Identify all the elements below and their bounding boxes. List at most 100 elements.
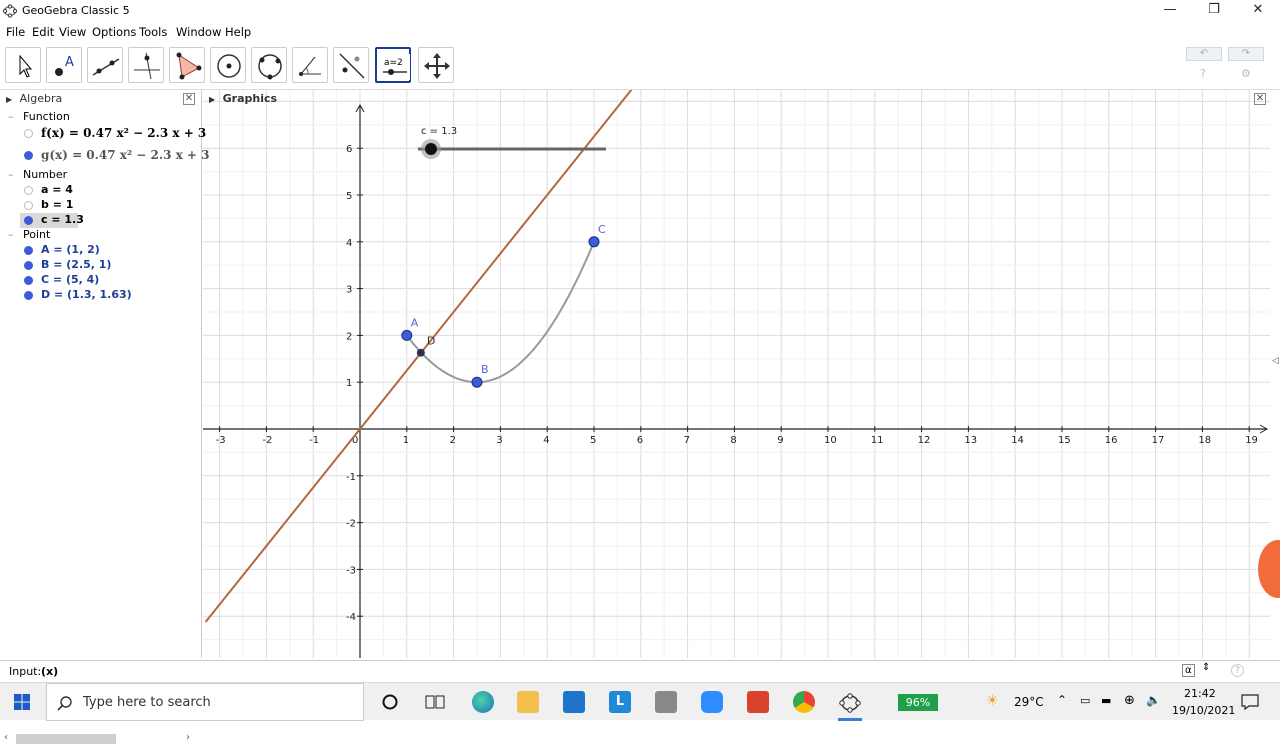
scroll-right-icon[interactable]: › [186, 732, 190, 743]
move-graphics-tool-button[interactable] [418, 47, 454, 83]
graphics-canvas[interactable]: -3 -2 -1 0 1 2 3 4 5 6 7 8 9 10 11 12 13 14 15 16 17 18 19-4-3… [203, 90, 1270, 658]
point-c: C = (5, 4) [41, 273, 100, 286]
circle-tool-button[interactable] [210, 47, 246, 83]
menu-edit[interactable]: Edit [32, 25, 54, 39]
point-a-row[interactable]: A = (1, 2) [24, 243, 100, 258]
y-tick-label: -2 [346, 519, 356, 530]
point-d: D = (1.3, 1.63) [41, 288, 132, 301]
edge-icon[interactable] [472, 691, 494, 713]
menu-tools[interactable]: Tools [139, 25, 167, 39]
visibility-toggle[interactable] [24, 216, 33, 225]
graphics-view[interactable]: ▶ Graphics ✕ -3 -2 -1 0 1 2 3 4 5 6 7 8 9 10 11 12 13 14 1… [203, 90, 1270, 658]
point-d [416, 348, 425, 357]
input-dropdown-icon[interactable]: ⇕ [1202, 662, 1210, 673]
point-c-row[interactable]: C = (5, 4) [24, 273, 99, 288]
algebra-view: ▶ Algebra ✕ – Function f(x) = 0.47 x² − … [0, 90, 210, 744]
algebra-close-icon[interactable]: ✕ [183, 93, 195, 105]
menu-window[interactable]: Window [176, 25, 221, 39]
close-button[interactable]: ✕ [1236, 0, 1280, 22]
visibility-toggle[interactable] [24, 129, 33, 138]
point-tool-button[interactable]: A [46, 47, 82, 83]
reflect-tool-button[interactable] [333, 47, 369, 83]
window-title: GeoGebra Classic 5 [22, 4, 130, 17]
move-tool-button[interactable] [5, 47, 41, 83]
zoom-icon[interactable] [701, 691, 723, 713]
visibility-toggle[interactable] [24, 246, 33, 255]
function-f-row[interactable]: f(x) = 0.47 x² − 2.3 x + 3 [24, 126, 206, 141]
expand-panel-icon[interactable]: ◁ [1272, 356, 1279, 366]
category-point[interactable]: – Point [8, 228, 50, 243]
graphics-close-icon[interactable]: ✕ [1254, 93, 1266, 105]
menu-help[interactable]: Help [225, 25, 251, 39]
angle-tool-button[interactable] [292, 47, 328, 83]
temperature[interactable]: 29°C [1014, 695, 1044, 709]
app-l-icon[interactable]: L [609, 691, 631, 713]
help-icon[interactable]: ? [1200, 67, 1206, 80]
alpha-keyboard-button[interactable]: α [1182, 664, 1195, 677]
visibility-toggle[interactable] [24, 291, 33, 300]
collapse-triangle-icon[interactable]: ▶ [209, 95, 215, 104]
cortana-icon[interactable] [381, 693, 399, 711]
algebra-header: ▶ Algebra [6, 92, 62, 108]
input-help-icon[interactable]: ? [1231, 664, 1244, 677]
clock-date[interactable]: 19/10/2021 [1172, 704, 1235, 717]
input-label: Input: [9, 665, 42, 678]
battery-widget[interactable]: 96% [898, 694, 938, 711]
chrome-icon[interactable] [793, 691, 815, 713]
function-g-row[interactable]: g(x) = 0.47 x² − 2.3 x + 3 [24, 148, 210, 163]
battery-icon[interactable]: ▬ [1101, 694, 1111, 707]
visibility-toggle[interactable] [24, 151, 33, 160]
circle-three-points-tool-button[interactable] [251, 47, 287, 83]
windows-start-icon[interactable] [14, 694, 30, 710]
x-tick-label: 5 [590, 435, 596, 446]
task-view-icon[interactable] [425, 693, 445, 711]
point-b-row[interactable]: B = (2.5, 1) [24, 258, 111, 273]
weather-icon: ☀ [986, 693, 999, 709]
menu-options[interactable]: Options [92, 25, 136, 39]
redo-button[interactable]: ↷ [1228, 47, 1264, 61]
line-tool-button[interactable] [87, 47, 123, 83]
category-function[interactable]: – Function [8, 110, 70, 125]
category-number[interactable]: – Number [8, 168, 67, 183]
algebra-horizontal-scrollbar[interactable]: ‹ › [0, 731, 202, 747]
tick-labels: -3 -2 -1 0 1 2 3 4 5 6 7 8 9 10 11 12 13 14 15 16 17 18 19-4-3… [216, 144, 1258, 623]
collapse-triangle-icon[interactable]: ▶ [6, 95, 12, 104]
powerpoint-icon[interactable] [747, 691, 769, 713]
settings-gear-icon[interactable]: ⚙ [1241, 67, 1251, 80]
number-a-row[interactable]: a = 4 [24, 183, 73, 198]
svg-text:A: A [65, 55, 74, 70]
slider-tool-button[interactable]: a=2 [375, 47, 411, 83]
visibility-toggle[interactable] [24, 276, 33, 285]
network-globe-icon[interactable]: ⊕ [1124, 693, 1135, 708]
undo-button[interactable]: ↶ [1186, 47, 1222, 61]
search-box[interactable]: Type here to search [46, 683, 364, 721]
search-icon [57, 696, 72, 711]
scroll-thumb[interactable] [16, 734, 116, 744]
file-explorer-icon[interactable] [517, 691, 539, 713]
mail-icon[interactable] [563, 691, 585, 713]
visibility-toggle[interactable] [24, 261, 33, 270]
minimize-button[interactable]: — [1148, 0, 1192, 22]
point-d-row[interactable]: D = (1.3, 1.63) [24, 288, 132, 303]
scroll-left-icon[interactable]: ‹ [4, 732, 8, 743]
volume-icon[interactable]: 🔈 [1146, 693, 1161, 707]
visibility-toggle[interactable] [24, 186, 33, 195]
camera-icon[interactable] [655, 691, 677, 713]
number-c-row[interactable]: c = 1.3 [20, 213, 84, 228]
clock-time[interactable]: 21:42 [1184, 687, 1216, 700]
meet-now-icon[interactable]: ▭ [1080, 694, 1090, 707]
input-field[interactable]: (x) [41, 665, 58, 678]
number-b-row[interactable]: b = 1 [24, 198, 73, 213]
perpendicular-tool-button[interactable] [128, 47, 164, 83]
axes [203, 103, 1269, 658]
show-hidden-icons-icon[interactable]: ⌃ [1057, 693, 1067, 707]
visibility-toggle[interactable] [24, 201, 33, 210]
restore-button[interactable]: ❐ [1192, 0, 1236, 22]
notifications-icon[interactable] [1241, 694, 1259, 710]
circle-icon [217, 54, 241, 78]
geogebra-taskbar-icon[interactable] [838, 691, 862, 715]
menu-view[interactable]: View [59, 25, 86, 39]
slider-c[interactable]: c = 1.3 [418, 126, 606, 159]
menu-file[interactable]: File [6, 25, 25, 39]
polygon-tool-button[interactable] [169, 47, 205, 83]
